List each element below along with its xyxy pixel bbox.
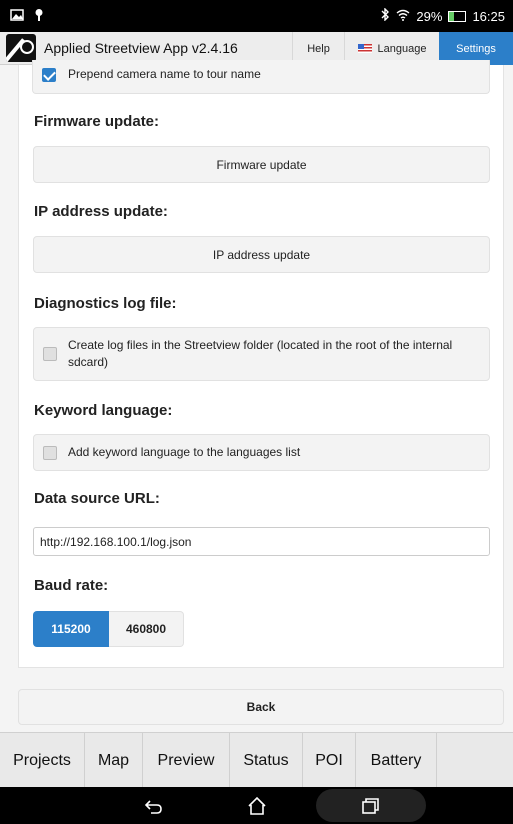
battery-icon: [448, 10, 467, 22]
datasource-title: Data source URL:: [34, 490, 160, 507]
recent-apps-icon[interactable]: [359, 795, 381, 817]
ip-address-update-button[interactable]: IP address update: [33, 236, 490, 273]
prepend-checkbox[interactable]: [42, 68, 56, 82]
bluetooth-icon: [380, 7, 390, 24]
clock: 16:25: [472, 8, 505, 24]
firmware-title: Firmware update:: [34, 113, 160, 130]
bottom-tab-bar: Projects Map Preview Status POI Battery: [0, 732, 513, 788]
tab-status[interactable]: Status: [230, 733, 303, 788]
language-label: Language: [377, 42, 427, 55]
tab-map-label: Map: [97, 751, 130, 769]
baud-460800-option[interactable]: 460800: [109, 611, 184, 647]
home-icon[interactable]: [246, 795, 268, 817]
tab-poi-label: POI: [315, 751, 343, 769]
back-label: Back: [246, 700, 276, 714]
keyword-title: Keyword language:: [34, 402, 173, 419]
tab-preview[interactable]: Preview: [143, 733, 230, 788]
battery-percent: 29%: [416, 8, 443, 24]
back-button[interactable]: Back: [18, 689, 504, 725]
tab-poi[interactable]: POI: [303, 733, 356, 788]
tab-battery[interactable]: Battery: [356, 733, 437, 788]
ip-title: IP address update:: [34, 203, 168, 220]
prepend-label: Prepend camera name to tour name: [68, 67, 261, 81]
wifi-icon: [396, 9, 410, 24]
us-flag-icon: [357, 44, 372, 53]
status-bar: 29% 16:25: [0, 0, 513, 32]
baud-115200-option[interactable]: 115200: [33, 611, 109, 647]
baud-460800-label: 460800: [125, 622, 167, 636]
tab-preview-label: Preview: [157, 751, 215, 769]
help-label: Help: [307, 42, 330, 55]
location-notification-icon: [34, 8, 44, 24]
datasource-url-input[interactable]: [33, 527, 490, 556]
image-notification-icon: [10, 8, 24, 24]
back-arrow-icon[interactable]: [143, 795, 165, 817]
tab-projects-label: Projects: [13, 751, 71, 769]
keyword-checkbox[interactable]: [43, 446, 57, 460]
app-logo-icon: [6, 34, 36, 62]
diagnostics-title: Diagnostics log file:: [34, 295, 177, 312]
app-title: Applied Streetview App v2.4.16: [44, 40, 238, 56]
diagnostics-checkbox[interactable]: [43, 347, 57, 361]
baud-title: Baud rate:: [34, 577, 109, 594]
firmware-update-label: Firmware update: [216, 157, 307, 172]
firmware-update-button[interactable]: Firmware update: [33, 146, 490, 183]
diagnostics-label: Create log files in the Streetview folde…: [68, 338, 453, 369]
tab-map[interactable]: Map: [85, 733, 143, 788]
system-nav-bar: [0, 787, 513, 824]
tab-battery-label: Battery: [370, 751, 422, 769]
baud-115200-label: 115200: [51, 622, 91, 636]
ip-address-update-label: IP address update: [212, 247, 311, 262]
keyword-label: Add keyword language to the languages li…: [68, 445, 301, 459]
tab-status-label: Status: [243, 751, 289, 769]
settings-label: Settings: [456, 42, 496, 55]
tab-projects[interactable]: Projects: [0, 733, 85, 788]
